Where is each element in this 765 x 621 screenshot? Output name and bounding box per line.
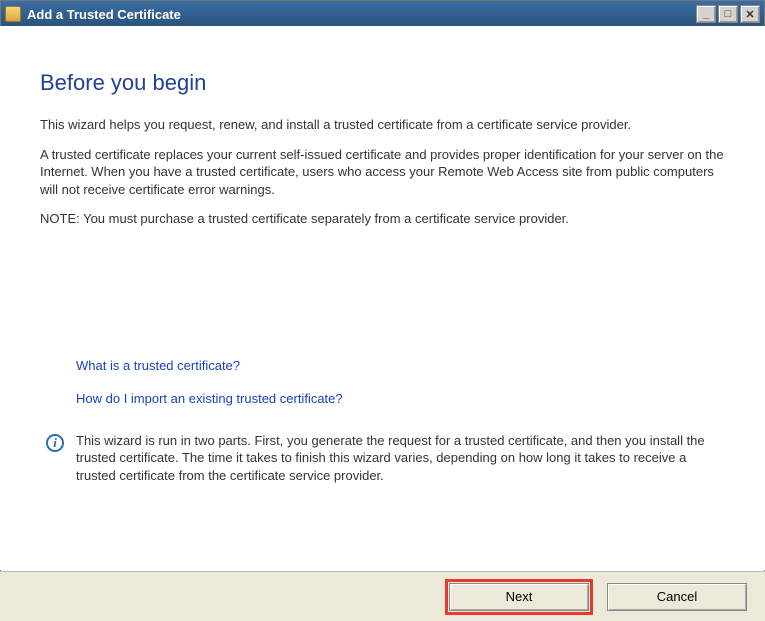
button-bar: Next Cancel	[0, 571, 765, 621]
cancel-button[interactable]: Cancel	[607, 583, 747, 611]
info-note: i This wizard is run in two parts. First…	[46, 432, 725, 485]
maximize-button[interactable]: □	[718, 5, 738, 23]
link-how-import-cert[interactable]: How do I import an existing trusted cert…	[76, 391, 343, 406]
info-icon: i	[46, 434, 64, 452]
app-icon	[5, 6, 21, 22]
info-text: This wizard is run in two parts. First, …	[76, 432, 725, 485]
intro-paragraph-1: This wizard helps you request, renew, an…	[40, 116, 725, 134]
close-button[interactable]: ✕	[740, 5, 760, 23]
link-what-is-trusted-cert[interactable]: What is a trusted certificate?	[76, 358, 240, 373]
page-heading: Before you begin	[40, 70, 725, 96]
intro-paragraph-note: NOTE: You must purchase a trusted certif…	[40, 210, 725, 228]
intro-paragraph-2: A trusted certificate replaces your curr…	[40, 146, 725, 199]
help-links: What is a trusted certificate? How do I …	[76, 358, 725, 406]
window-titlebar: Add a Trusted Certificate _ □ ✕	[1, 1, 764, 27]
window-title: Add a Trusted Certificate	[27, 7, 694, 22]
window-controls: _ □ ✕	[694, 5, 760, 23]
wizard-content: Before you begin This wizard helps you r…	[0, 26, 765, 570]
next-button[interactable]: Next	[449, 583, 589, 611]
minimize-button[interactable]: _	[696, 5, 716, 23]
